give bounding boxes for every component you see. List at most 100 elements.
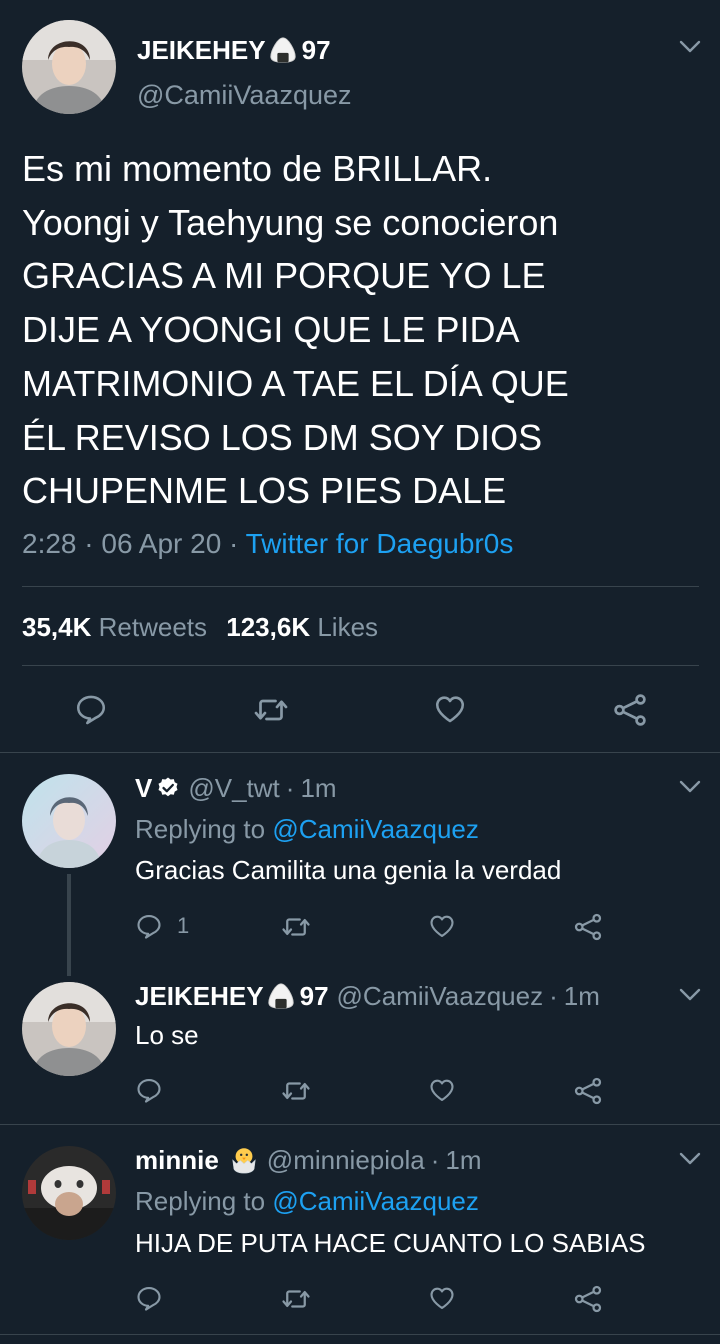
like-button[interactable]	[433, 692, 467, 726]
reply-options-chevron-down-icon[interactable]	[679, 988, 701, 1002]
tweet-source-link[interactable]: Twitter for Daegubr0s	[246, 528, 514, 559]
divider	[22, 586, 699, 587]
retweet-button[interactable]	[281, 1284, 311, 1314]
replying-to-prefix: Replying to	[135, 814, 266, 844]
tweet-text: Es mi momento de BRILLAR. Yoongi y Taehy…	[22, 142, 569, 518]
reply-button[interactable]	[74, 692, 108, 726]
rice-ball-emoji	[266, 981, 296, 1011]
reply-text: Lo se	[135, 1020, 199, 1050]
like-button[interactable]	[428, 1284, 456, 1312]
likes-stat[interactable]: 123,6K Likes	[226, 612, 378, 642]
tweet-text-line: MATRIMONIO A TAE EL DÍA QUE	[22, 362, 569, 404]
author-avatar[interactable]	[22, 20, 116, 114]
reply-avatar[interactable]	[22, 1146, 116, 1240]
tweet-stats: 35,4K Retweets 123,6K Likes	[22, 612, 378, 643]
share-icon	[573, 1076, 603, 1106]
tweet-text-line: Yoongi y Taehyung se conocieron	[22, 201, 559, 243]
like-icon	[428, 1076, 456, 1104]
author-name[interactable]: JEIKEHEY	[137, 35, 266, 66]
replying-to-link[interactable]: @CamiiVaazquez	[272, 1186, 479, 1216]
retweet-button[interactable]	[253, 692, 289, 728]
reply-icon	[135, 1284, 163, 1312]
retweet-button[interactable]	[281, 912, 311, 942]
reply-author-name[interactable]: JEIKEHEY	[135, 981, 264, 1012]
divider	[0, 1124, 720, 1125]
divider	[0, 1334, 720, 1335]
retweet-icon	[281, 912, 311, 942]
tweet-options-chevron-down-icon[interactable]	[679, 40, 701, 54]
retweet-icon	[253, 692, 289, 728]
separator: ·	[84, 528, 94, 559]
reply-header: JEIKEHEY 97 @CamiiVaazquez · 1m	[135, 980, 600, 1012]
author-name-suffix[interactable]: 97	[302, 35, 331, 66]
tweet-text-line: CHUPENME LOS PIES DALE	[22, 470, 507, 512]
tweet-date: 06 Apr 20	[101, 528, 222, 559]
reply-options-chevron-down-icon[interactable]	[679, 780, 701, 794]
share-icon	[573, 912, 603, 942]
replying-to: Replying to @CamiiVaazquez	[135, 814, 479, 845]
divider	[22, 665, 699, 666]
hatching-chick-emoji	[229, 1145, 259, 1175]
separator: ·	[549, 980, 558, 1011]
reply-author-name[interactable]: V	[135, 773, 152, 804]
retweet-icon	[281, 1284, 311, 1314]
divider	[0, 752, 720, 753]
retweets-label: Retweets	[98, 612, 208, 642]
reply-count: 1	[177, 913, 190, 938]
reply-header: minnie @minniepiola · 1m	[135, 1144, 482, 1176]
tweet-text-line: Es mi momento de BRILLAR.	[22, 148, 493, 189]
reply-avatar[interactable]	[22, 982, 116, 1076]
like-icon	[428, 1284, 456, 1312]
separator: ·	[229, 528, 239, 559]
retweets-stat[interactable]: 35,4K Retweets	[22, 612, 214, 642]
likes-label: Likes	[317, 612, 379, 642]
reply-button[interactable]: 1	[135, 912, 189, 940]
share-button[interactable]	[573, 1076, 603, 1106]
reply-icon	[74, 692, 108, 726]
verified-icon	[156, 776, 180, 800]
reply-author-handle[interactable]: @CamiiVaazquez	[337, 981, 544, 1012]
reply-button[interactable]	[135, 1284, 163, 1312]
reply-icon	[135, 1076, 163, 1104]
thread-line	[67, 874, 71, 976]
tweet-meta: 2:28 · 06 Apr 20 · Twitter for Daegubr0s	[22, 528, 513, 560]
reply-author-handle[interactable]: @V_twt	[188, 773, 279, 804]
reply-options-chevron-down-icon[interactable]	[679, 1152, 701, 1166]
reply-author-handle[interactable]: @minniepiola	[267, 1145, 425, 1176]
like-icon	[433, 692, 467, 726]
reply-icon	[135, 912, 163, 940]
retweet-button[interactable]	[281, 1076, 311, 1106]
tweet-text-line: ÉL REVISO LOS DM SOY DIOS	[22, 416, 543, 458]
share-icon	[612, 692, 648, 728]
likes-count: 123,6K	[226, 612, 311, 642]
retweet-icon	[281, 1076, 311, 1106]
reply-text: Gracias Camilita una genia la verdad	[135, 855, 562, 885]
author-name-line[interactable]: JEIKEHEY 97	[137, 34, 331, 66]
replying-to-link[interactable]: @CamiiVaazquez	[272, 814, 479, 844]
rice-ball-emoji	[268, 35, 298, 65]
reply-time: 1m	[300, 772, 337, 803]
tweet-time: 2:28	[22, 528, 77, 559]
tweet-text-line: DIJE A YOONGI QUE LE PIDA	[22, 309, 520, 351]
share-button[interactable]	[573, 912, 603, 942]
retweets-count: 35,4K	[22, 612, 92, 642]
reply-author-name-suffix[interactable]: 97	[300, 981, 329, 1012]
like-button[interactable]	[428, 1076, 456, 1104]
reply-time: 1m	[445, 1144, 482, 1175]
like-icon	[428, 912, 456, 940]
reply-avatar[interactable]	[22, 774, 116, 868]
replying-to: Replying to @CamiiVaazquez	[135, 1186, 479, 1217]
share-icon	[573, 1284, 603, 1314]
reply-time: 1m	[563, 980, 600, 1011]
share-button[interactable]	[612, 692, 648, 728]
author-handle[interactable]: @CamiiVaazquez	[137, 80, 352, 111]
like-button[interactable]	[428, 912, 456, 940]
replying-to-prefix: Replying to	[135, 1186, 266, 1216]
separator: ·	[285, 772, 295, 803]
reply-button[interactable]	[135, 1076, 163, 1104]
share-button[interactable]	[573, 1284, 603, 1314]
reply-header: V @V_twt · 1m	[135, 772, 337, 804]
reply-author-name[interactable]: minnie	[135, 1145, 219, 1176]
separator: ·	[430, 1144, 440, 1175]
tweet-text-line: GRACIAS A MI PORQUE YO LE	[22, 255, 546, 297]
